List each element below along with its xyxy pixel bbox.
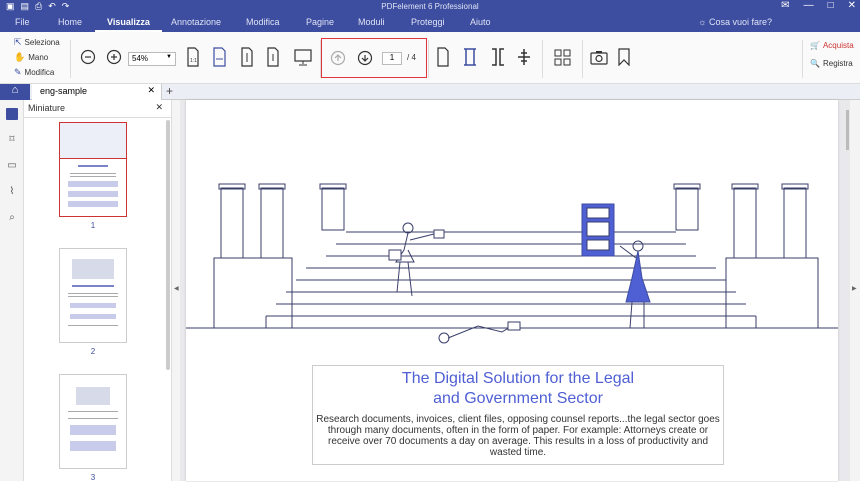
window-controls: ✉ — □ ✕ bbox=[781, 0, 856, 11]
tab-file[interactable]: File bbox=[15, 17, 30, 27]
tab-proteggi[interactable]: Proteggi bbox=[411, 17, 445, 27]
thumbnail-scrollbar[interactable] bbox=[166, 120, 170, 370]
document-canvas: The Digital Solution for the Legal and G… bbox=[180, 100, 850, 481]
acquire-button[interactable]: 🛒 Acquista bbox=[810, 41, 854, 50]
close-tab-icon[interactable]: ✕ bbox=[147, 85, 155, 96]
chevron-down-icon: ▼ bbox=[166, 54, 172, 60]
mail-icon[interactable]: ✉ bbox=[781, 0, 789, 11]
full-screen-icon[interactable] bbox=[294, 48, 312, 66]
close-button[interactable]: ✕ bbox=[848, 0, 856, 11]
hand-tool[interactable]: ✋ Mano bbox=[14, 52, 48, 63]
thumbnail-number: 1 bbox=[90, 221, 96, 230]
right-panel-handle[interactable]: ▶ bbox=[850, 100, 860, 481]
new-tab-icon[interactable]: + bbox=[166, 84, 173, 98]
thumbnails-panel-icon[interactable] bbox=[6, 108, 18, 120]
single-page-icon[interactable] bbox=[436, 47, 450, 67]
legal-illustration bbox=[186, 183, 838, 344]
tab-pagine[interactable]: Pagine bbox=[306, 17, 334, 27]
ribbon-toolbar: ⇱ Seleziona ✋ Mano ✎ Modifica 54% ▼ 1:1 1… bbox=[0, 32, 860, 84]
chevron-right-icon: ▶ bbox=[852, 286, 857, 292]
thumbnail-number: 2 bbox=[90, 347, 96, 356]
thumbnail-page-3[interactable] bbox=[59, 374, 127, 469]
home-icon: ⌂ bbox=[11, 84, 19, 96]
select-label: Seleziona bbox=[24, 38, 60, 47]
snapshot-camera-icon[interactable] bbox=[590, 50, 608, 65]
select-tool[interactable]: ⇱ Seleziona bbox=[14, 37, 60, 48]
separator bbox=[582, 40, 583, 78]
bookmark-icon[interactable] bbox=[618, 48, 630, 66]
page-layout-grid-icon[interactable] bbox=[554, 49, 574, 67]
lightbulb-icon: ☼ bbox=[698, 17, 709, 27]
zoom-out-icon[interactable] bbox=[80, 49, 96, 65]
minimize-button[interactable]: — bbox=[804, 0, 814, 11]
fit-page-icon[interactable] bbox=[240, 47, 254, 67]
document-scrollbar[interactable] bbox=[846, 110, 849, 150]
thumbnail-page-1[interactable] bbox=[59, 122, 127, 217]
help-search-label: Cosa vuoi fare? bbox=[708, 17, 772, 27]
search-icon[interactable]: ⌕ bbox=[6, 212, 18, 224]
actual-size-icon[interactable]: 1:1 bbox=[186, 47, 200, 67]
tab-moduli[interactable]: Moduli bbox=[358, 17, 385, 27]
hand-label: Mano bbox=[28, 53, 49, 62]
edit-icon: ✎ bbox=[14, 67, 22, 77]
key-icon: 🔍 bbox=[810, 59, 820, 68]
attachments-icon[interactable]: ⌇ bbox=[6, 186, 18, 198]
svg-text:1:1: 1:1 bbox=[190, 58, 197, 64]
document-title-line-1: The Digital Solution for the Legal bbox=[401, 370, 635, 387]
edit-tool[interactable]: ✎ Modifica bbox=[14, 67, 54, 78]
tab-home[interactable]: Home bbox=[58, 17, 82, 27]
fit-visible-icon[interactable] bbox=[266, 47, 280, 67]
file-tab[interactable]: eng-sample ✕ bbox=[32, 84, 162, 100]
page-total: / 4 bbox=[407, 53, 416, 62]
separator bbox=[70, 40, 71, 78]
title-bar: ▣ ▤ ⎙ ↶ ↷ PDFelement 6 Professional ✉ — … bbox=[0, 0, 860, 14]
window-title: PDFelement 6 Professional bbox=[381, 2, 479, 11]
document-text-box[interactable]: The Digital Solution for the Legal and G… bbox=[312, 365, 724, 465]
cart-icon: 🛒 bbox=[810, 41, 820, 50]
acquire-label: Acquista bbox=[822, 41, 854, 50]
cursor-icon: ⇱ bbox=[14, 37, 22, 47]
split-view-icon[interactable] bbox=[516, 47, 532, 67]
sidebar-iconbar: ⌑ ▭ ⌇ ⌕ bbox=[0, 100, 24, 481]
document-body: Research documents, invoices, client fil… bbox=[316, 414, 720, 458]
panel-collapse-handle[interactable]: ◀ bbox=[172, 100, 180, 481]
tab-aiuto[interactable]: Aiuto bbox=[470, 17, 491, 27]
register-button[interactable]: 🔍 Registra bbox=[810, 59, 853, 68]
menu-bar: File Home Visualizza Annotazione Modific… bbox=[0, 14, 860, 33]
separator bbox=[428, 40, 429, 78]
edit-label: Modifica bbox=[24, 68, 55, 77]
fit-width-icon[interactable] bbox=[212, 47, 228, 67]
previous-page-icon[interactable] bbox=[330, 50, 346, 66]
home-tab[interactable]: ⌂ bbox=[0, 84, 30, 100]
facing-icon[interactable] bbox=[490, 47, 506, 67]
document-title-line-2: and Government Sector bbox=[433, 390, 603, 407]
separator bbox=[542, 40, 543, 78]
pdf-page: The Digital Solution for the Legal and G… bbox=[186, 100, 838, 481]
tab-annotazione[interactable]: Annotazione bbox=[171, 17, 221, 27]
maximize-button[interactable]: □ bbox=[828, 0, 834, 11]
page-number-input[interactable]: 1 bbox=[382, 52, 402, 65]
zoom-select[interactable]: 54% ▼ bbox=[128, 52, 176, 66]
register-label: Registra bbox=[822, 59, 853, 68]
chevron-left-icon: ◀ bbox=[174, 286, 179, 292]
zoom-value: 54% bbox=[132, 54, 149, 63]
zoom-in-icon[interactable] bbox=[106, 49, 122, 65]
document-tab-bar: ⌂ eng-sample ✕ + bbox=[0, 84, 860, 100]
separator bbox=[802, 40, 803, 78]
thumbnail-page-2[interactable] bbox=[59, 248, 127, 343]
comments-icon[interactable]: ▭ bbox=[6, 160, 18, 172]
thumbnails-header: Miniature ✕ bbox=[24, 100, 171, 118]
thumbnails-title: Miniature bbox=[28, 103, 66, 113]
hand-icon: ✋ bbox=[14, 52, 26, 62]
close-panel-icon[interactable]: ✕ bbox=[155, 102, 163, 113]
thumbnails-panel: Miniature ✕ 1 2 3 bbox=[24, 100, 172, 482]
document-title: The Digital Solution for the Legal and G… bbox=[313, 369, 723, 409]
bookmarks-icon[interactable]: ⌑ bbox=[6, 134, 18, 146]
tab-visualizza[interactable]: Visualizza bbox=[95, 17, 162, 33]
file-tab-label: eng-sample bbox=[40, 86, 88, 96]
next-page-icon[interactable] bbox=[357, 50, 373, 66]
help-search[interactable]: ☼ Cosa vuoi fare? bbox=[698, 17, 772, 27]
continuous-icon[interactable] bbox=[462, 47, 478, 67]
tab-modifica[interactable]: Modifica bbox=[246, 17, 280, 27]
